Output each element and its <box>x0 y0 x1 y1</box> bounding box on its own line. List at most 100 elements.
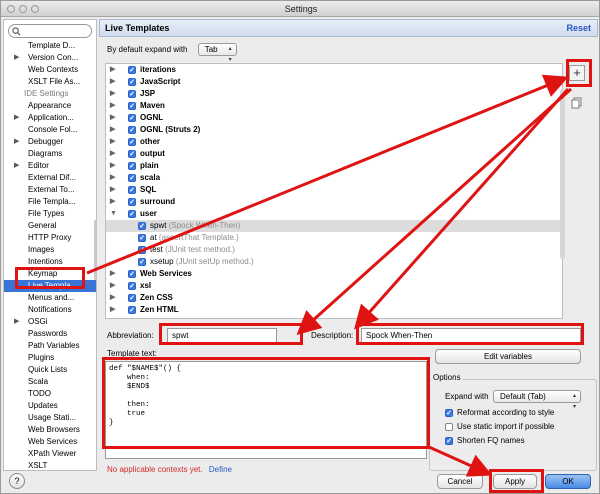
expand-arrow-icon[interactable]: ▶ <box>14 136 19 148</box>
enable-checkbox[interactable]: ✓ <box>128 150 136 158</box>
collapsed-arrow-icon[interactable]: ▶ <box>110 280 115 292</box>
sidebar-item[interactable]: Passwords <box>4 328 96 340</box>
enable-checkbox[interactable]: ✓ <box>128 162 136 170</box>
template-group[interactable]: ▶ ✓ JSP <box>106 88 562 100</box>
enable-checkbox[interactable]: ✓ <box>138 246 146 254</box>
template-item[interactable]: ✓ xsetup (JUnit setUp method.) <box>106 256 562 268</box>
collapsed-arrow-icon[interactable]: ▶ <box>110 160 115 172</box>
expand-select[interactable]: Tab ▴ ▾ <box>197 43 237 63</box>
template-group[interactable]: ▶ ✓ iterations <box>106 64 562 76</box>
enable-checkbox[interactable]: ✓ <box>128 198 136 206</box>
sidebar-item[interactable]: Quick Lists <box>4 364 96 376</box>
enable-checkbox[interactable]: ✓ <box>128 282 136 290</box>
template-group[interactable]: ▶ ✓ Zen CSS <box>106 292 562 304</box>
cancel-button[interactable]: Cancel <box>437 474 483 489</box>
template-group[interactable]: ▶ ✓ Zen XSL <box>106 316 562 319</box>
ok-button[interactable]: OK <box>545 474 591 489</box>
sidebar-item[interactable]: ▶ Application... <box>4 112 96 124</box>
close-window-icon[interactable] <box>7 5 15 13</box>
sidebar-item[interactable]: HTTP Proxy <box>4 232 96 244</box>
template-group[interactable]: ▶ ✓ Zen HTML <box>106 304 562 316</box>
template-group[interactable]: ▶ ✓ Maven <box>106 100 562 112</box>
expand-arrow-icon[interactable]: ▶ <box>14 112 19 124</box>
static-import-option[interactable]: Use static import if possible <box>445 421 554 433</box>
collapsed-arrow-icon[interactable]: ▶ <box>110 100 115 112</box>
expand-arrow-icon[interactable]: ▶ <box>14 160 19 172</box>
enable-checkbox[interactable]: ✓ <box>138 222 146 230</box>
template-text-editor[interactable]: def "$NAME$"() { when: $END$ then: true … <box>105 361 427 459</box>
collapsed-arrow-icon[interactable]: ▶ <box>110 292 115 304</box>
sidebar-scrollbar[interactable] <box>94 220 97 280</box>
template-group[interactable]: ▶ ✓ scala <box>106 172 562 184</box>
enable-checkbox[interactable]: ✓ <box>128 270 136 278</box>
template-group[interactable]: ▶ ✓ JavaScript <box>106 76 562 88</box>
enable-checkbox[interactable]: ✓ <box>138 258 146 266</box>
template-group[interactable]: ▶ ✓ SQL <box>106 184 562 196</box>
collapsed-arrow-icon[interactable]: ▶ <box>110 304 115 316</box>
enable-checkbox[interactable]: ✓ <box>128 174 136 182</box>
sidebar-item[interactable]: External Dif... <box>4 172 96 184</box>
template-item[interactable]: ✓ test (JUnit test method.) <box>106 244 562 256</box>
sidebar-item[interactable]: Diagrams <box>4 148 96 160</box>
template-group[interactable]: ▶ ✓ plain <box>106 160 562 172</box>
abbreviation-field[interactable]: spwt <box>167 328 277 343</box>
apply-button[interactable]: Apply <box>493 474 537 489</box>
collapsed-arrow-icon[interactable]: ▶ <box>110 184 115 196</box>
collapsed-arrow-icon[interactable]: ▶ <box>110 172 115 184</box>
sidebar-item[interactable]: Path Variables <box>4 340 96 352</box>
expand-arrow-icon[interactable]: ▶ <box>14 52 19 64</box>
enable-checkbox[interactable]: ✓ <box>128 90 136 98</box>
sidebar-item[interactable]: File Types <box>4 208 96 220</box>
reformat-option[interactable]: ✓ Reformat according to style <box>445 407 554 419</box>
shorten-checkbox[interactable]: ✓ <box>445 437 453 445</box>
reformat-checkbox[interactable]: ✓ <box>445 409 453 417</box>
minimize-window-icon[interactable] <box>19 5 27 13</box>
enable-checkbox[interactable]: ✓ <box>128 66 136 74</box>
sidebar-item[interactable]: Web Browsers <box>4 424 96 436</box>
expand-arrow-icon[interactable]: ▶ <box>14 316 19 328</box>
search-input[interactable] <box>8 24 92 38</box>
enable-checkbox[interactable]: ✓ <box>128 78 136 86</box>
enable-checkbox[interactable]: ✓ <box>128 318 136 319</box>
collapsed-arrow-icon[interactable]: ▶ <box>110 196 115 208</box>
sidebar-item[interactable]: Updates <box>4 400 96 412</box>
expand-with-select[interactable]: Default (Tab) ▴ ▾ <box>493 390 581 410</box>
enable-checkbox[interactable]: ✓ <box>128 114 136 122</box>
sidebar-item[interactable]: General <box>4 220 96 232</box>
enable-checkbox[interactable]: ✓ <box>128 126 136 134</box>
enable-checkbox[interactable]: ✓ <box>128 186 136 194</box>
sidebar-item[interactable]: Web Services <box>4 436 96 448</box>
template-group[interactable]: ▶ ✓ Web Services <box>106 268 562 280</box>
sidebar-item[interactable]: XSLT File As... <box>4 76 96 88</box>
template-group[interactable]: ▶ ✓ surround <box>106 196 562 208</box>
tree-scrollbar[interactable] <box>560 89 565 259</box>
sidebar-item[interactable]: Live Templa... <box>4 280 96 292</box>
enable-checkbox[interactable]: ✓ <box>128 306 136 314</box>
expanded-arrow-icon[interactable]: ▼ <box>110 208 117 220</box>
sidebar-item[interactable]: Intentions <box>4 256 96 268</box>
copy-icon[interactable] <box>571 97 583 109</box>
sidebar-item[interactable]: Template D... <box>4 40 96 52</box>
add-template-button[interactable]: + <box>569 65 585 81</box>
sidebar-item[interactable]: Notifications <box>4 304 96 316</box>
sidebar-item[interactable]: Appearance <box>4 100 96 112</box>
template-group[interactable]: ▶ ✓ OGNL <box>106 112 562 124</box>
template-item[interactable]: ✓ at (assertThat Template.) <box>106 232 562 244</box>
edit-variables-button[interactable]: Edit variables <box>435 349 581 364</box>
template-group[interactable]: ▶ ✓ other <box>106 136 562 148</box>
collapsed-arrow-icon[interactable]: ▶ <box>110 88 115 100</box>
sidebar-item[interactable]: Console Fol... <box>4 124 96 136</box>
shorten-option[interactable]: ✓ Shorten FQ names <box>445 435 525 447</box>
enable-checkbox[interactable]: ✓ <box>138 234 146 242</box>
sidebar-item[interactable]: XPath Viewer <box>4 448 96 460</box>
sidebar-item[interactable]: Menus and... <box>4 292 96 304</box>
template-group[interactable]: ▶ ✓ OGNL (Struts 2) <box>106 124 562 136</box>
sidebar-item[interactable]: Keymap <box>4 268 96 280</box>
template-group[interactable]: ▼ ✓ user <box>106 208 562 220</box>
sidebar-item[interactable]: Usage Stati... <box>4 412 96 424</box>
sidebar-item[interactable]: ▶ Editor <box>4 160 96 172</box>
sidebar-item[interactable]: ▶ OSGi <box>4 316 96 328</box>
template-item[interactable]: ✓ spwt (Spock When-Then) <box>106 220 562 232</box>
collapsed-arrow-icon[interactable]: ▶ <box>110 148 115 160</box>
sidebar-item[interactable]: TODO <box>4 388 96 400</box>
